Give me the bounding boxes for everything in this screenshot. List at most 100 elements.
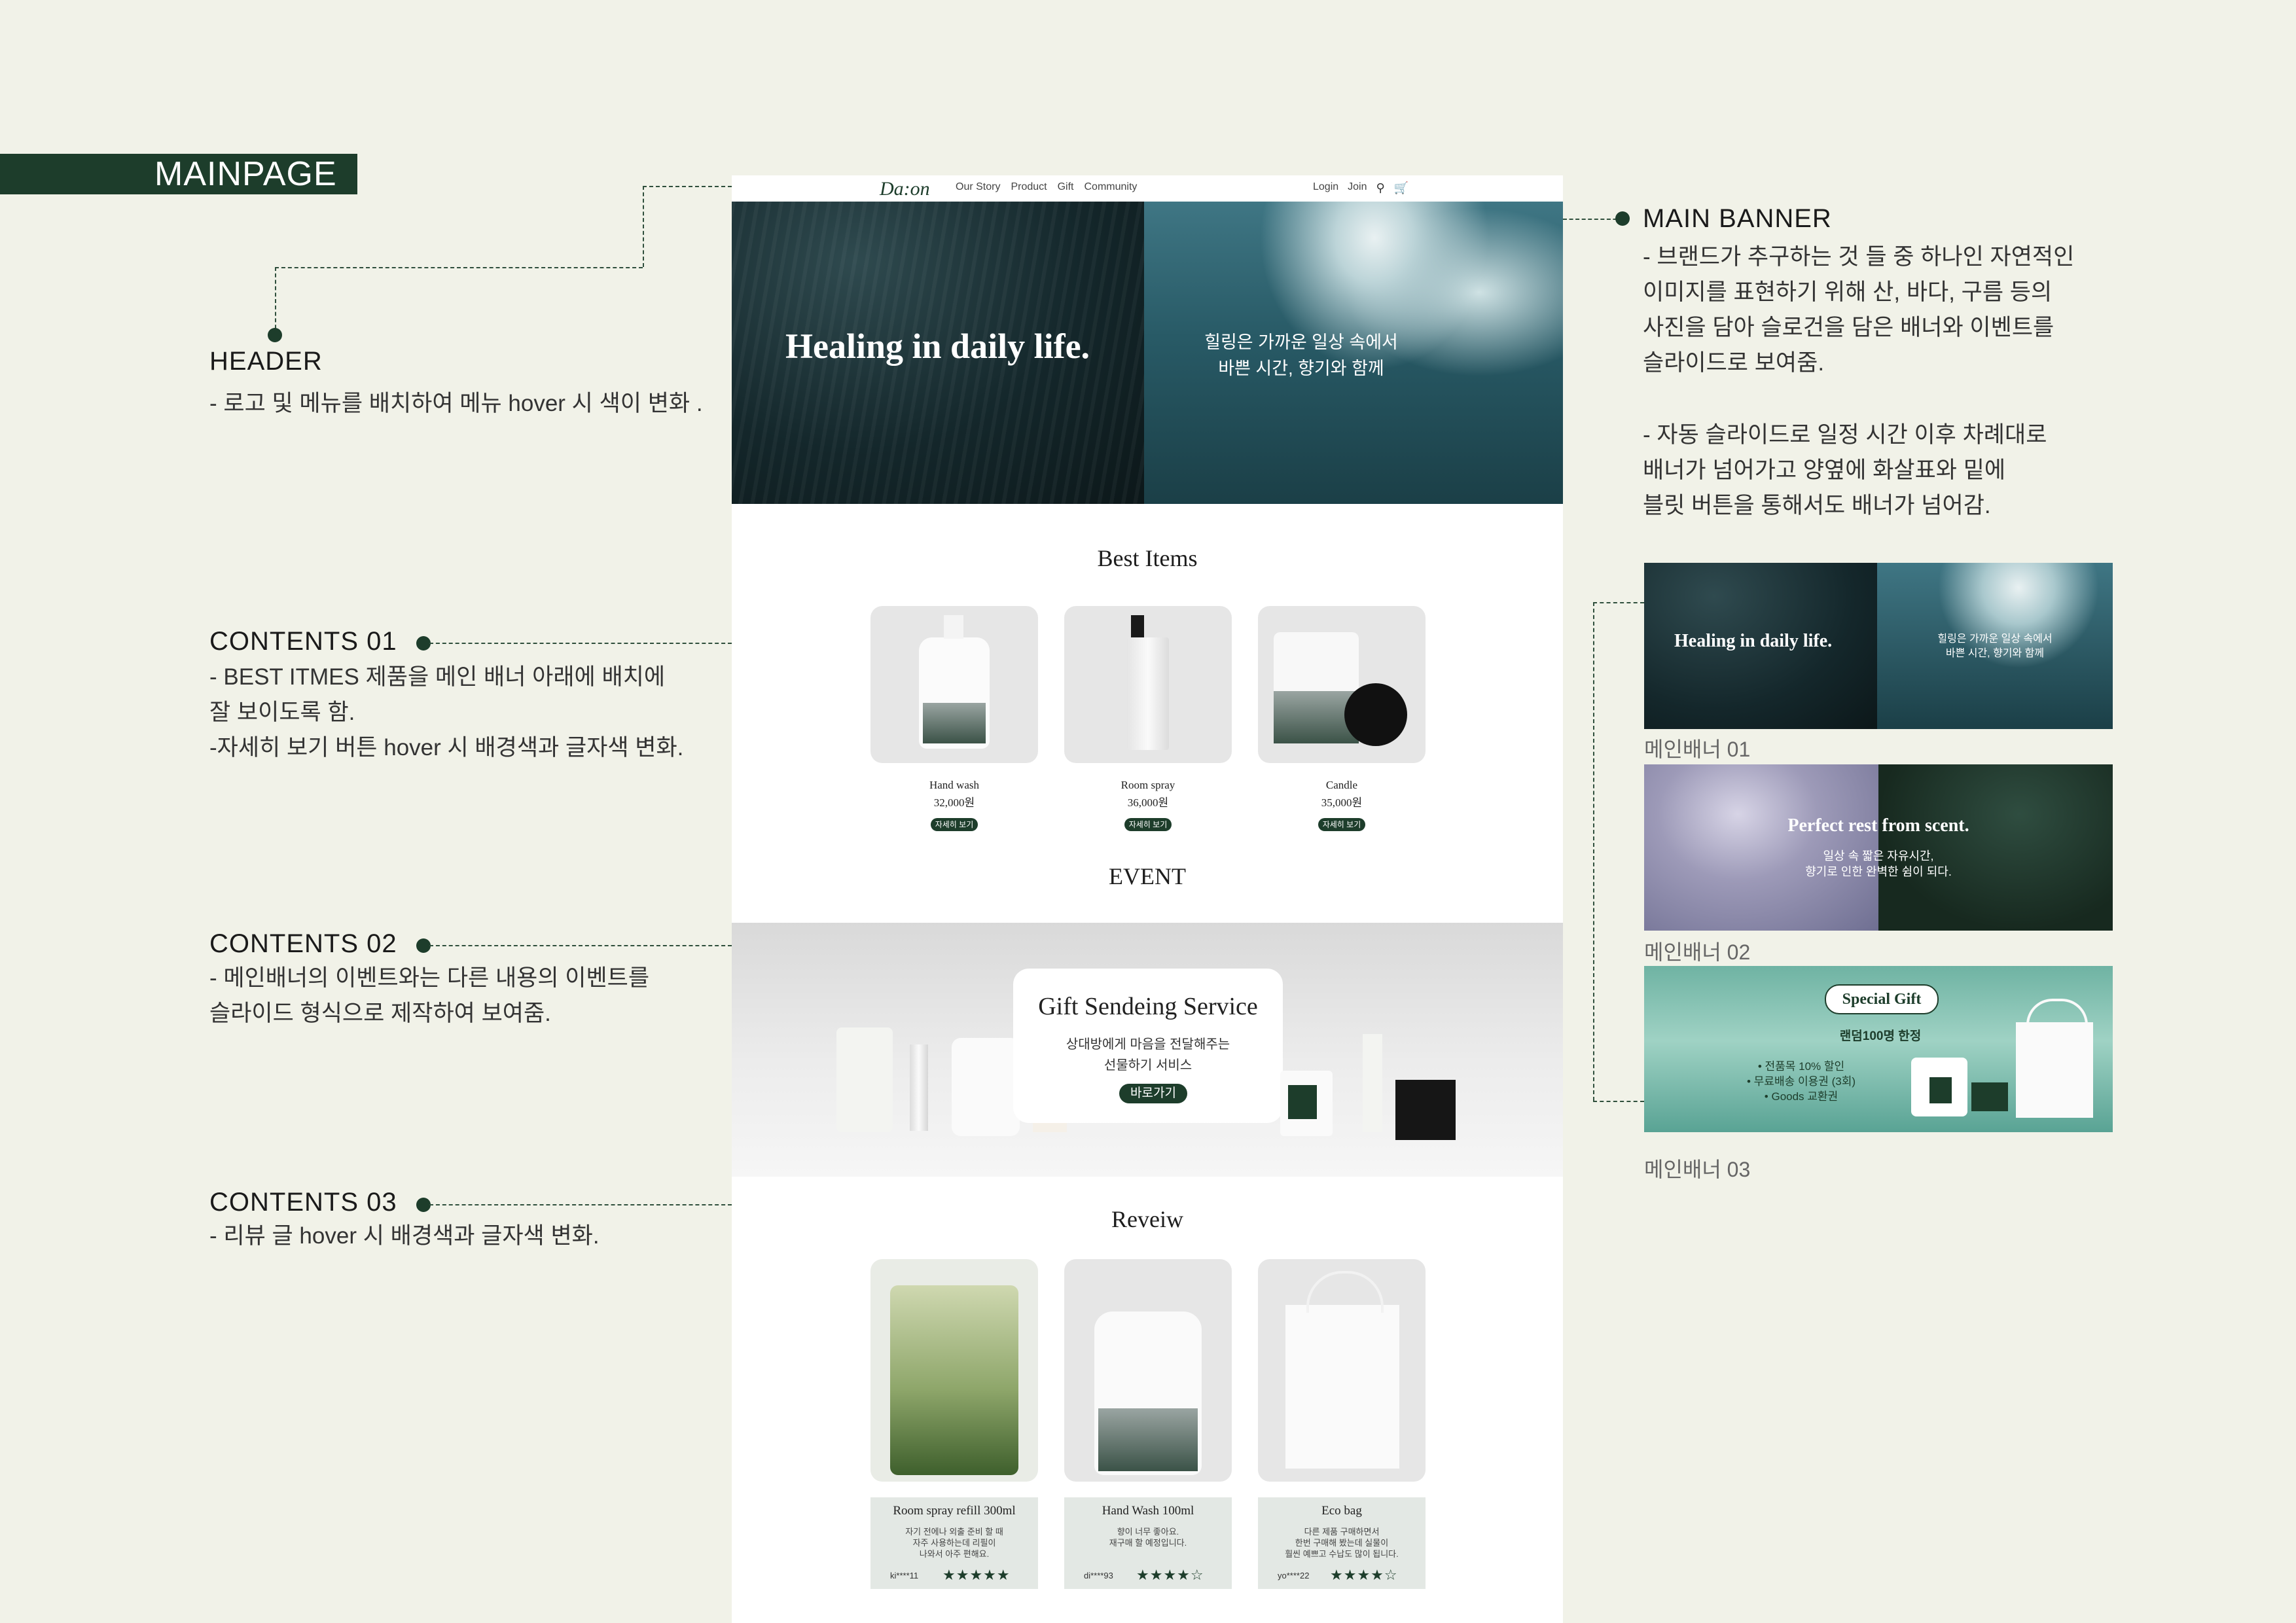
join-link[interactable]: Join xyxy=(1348,181,1367,195)
product-card[interactable] xyxy=(870,606,1038,763)
contents02-anno-title: CONTENTS 02 xyxy=(209,929,397,958)
review-user: ki****11 xyxy=(890,1571,919,1580)
banner-subtitle: 힐링은 가까운 일상 속에서 바쁜 시간, 향기와 함께 xyxy=(1204,332,1398,378)
best-items-title: Best Items xyxy=(1097,545,1198,571)
gift-service-title: Gift Sendeing Service xyxy=(1038,993,1258,1020)
connector-line xyxy=(643,186,732,187)
review-text: 자기 전에나 외출 준비 할 때 자주 사용하는데 리필이 나와서 아주 편해요… xyxy=(905,1527,1003,1559)
product-name: Hand wash xyxy=(929,779,979,791)
ecobag-image xyxy=(2016,1022,2093,1118)
forest-print xyxy=(923,703,986,743)
contents01-anno-title: CONTENTS 01 xyxy=(209,627,397,656)
review-title: Reveiw xyxy=(1111,1206,1183,1232)
product-name: Candle xyxy=(1325,779,1358,791)
main-banner-anno-title: MAIN BANNER xyxy=(1643,204,1832,233)
connector-line xyxy=(429,643,732,644)
star-rating-icon: ★★★★☆ xyxy=(1330,1567,1398,1583)
user-nav: Login Join ⚲ 🛒 xyxy=(1313,181,1408,195)
banner-thumbnail-01: Healing in daily life. 힐링은 가까운 일상 속에서 바쁜… xyxy=(1644,563,2113,729)
connector-line xyxy=(1593,602,1594,1101)
review-item-title: Eco bag xyxy=(1321,1504,1362,1518)
nav-item-gift[interactable]: Gift xyxy=(1058,181,1074,193)
connector-line xyxy=(1593,602,1644,603)
ecobag-image xyxy=(1285,1305,1399,1469)
review-user: di****93 xyxy=(1084,1571,1113,1580)
main-banner[interactable]: Healing in daily life. 힐링은 가까운 일상 속에서 바쁜… xyxy=(732,202,1563,504)
event-title: EVENT xyxy=(1109,863,1186,889)
connector-line xyxy=(275,267,643,268)
connector-line xyxy=(643,186,644,267)
main-banner-anno-text-1: - 브랜드가 추구하는 것 들 중 하나인 자연적인 이미지를 표현하기 위해 … xyxy=(1643,244,2075,376)
login-link[interactable]: Login xyxy=(1313,181,1338,195)
review-text: 향이 너무 좋아요. 재구매 할 예정입니다. xyxy=(1109,1527,1187,1548)
contents01-anno-text: - BEST ITMES 제품을 메인 배너 아래에 배치에 잘 보이도록 함.… xyxy=(209,664,684,760)
main-banner-anno-text-2: - 자동 슬라이드로 일정 시간 이후 차례대로 배너가 넘어가고 양옆에 화살… xyxy=(1643,422,2047,518)
review-image-card xyxy=(1258,1259,1426,1482)
website-mockup: Da:on Our Story Product Gift Community L… xyxy=(732,175,1563,1623)
star-rating-icon: ★★★★★ xyxy=(942,1567,1011,1583)
special-gift-badge: Special Gift xyxy=(1825,984,1939,1014)
header-anno-text: - 로고 및 메뉴를 배치하여 메뉴 hover 시 색이 변화 . xyxy=(209,391,703,416)
roomspray-bottle-image xyxy=(1127,637,1169,750)
mug-print xyxy=(1929,1077,1952,1103)
gift-list-item: • 무료배송 이용권 (3회) xyxy=(1746,1075,1856,1088)
mainpage-label-text: MAINPAGE xyxy=(154,155,337,193)
go-button[interactable]: 바로가기 xyxy=(1119,1084,1187,1103)
gift-service-card: Gift Sendeing Service 상대방에게 마음을 전달해주는 선물… xyxy=(1013,969,1283,1123)
review-box[interactable]: Room spray refill 300ml 자기 전에나 외출 준비 할 때… xyxy=(870,1497,1038,1589)
thumb-label: 메인배너 02 xyxy=(1644,940,1751,964)
thumb-title: Healing in daily life. xyxy=(1674,631,1833,651)
gift-list-item: • Goods 교환권 xyxy=(1764,1090,1839,1103)
connector-dot xyxy=(416,1198,431,1212)
site-header: Da:on Our Story Product Gift Community L… xyxy=(732,175,1563,202)
cloud-image xyxy=(1644,764,1878,931)
contents02-anno-text: - 메인배너의 이벤트와는 다른 내용의 이벤트를 슬라이드 형식으로 제작하여… xyxy=(209,965,650,1026)
nav-item-community[interactable]: Community xyxy=(1085,181,1138,193)
gift-list: • 전품목 10% 할인 • 무료배송 이용권 (3회) • Goods 교환권 xyxy=(1729,1059,1873,1104)
contents03-anno-title: CONTENTS 03 xyxy=(209,1188,397,1217)
product-card[interactable] xyxy=(1064,606,1232,763)
product-price: 36,000원 xyxy=(1127,796,1169,809)
spray-bottle-image xyxy=(910,1044,928,1131)
thumb-title: 랜덤100명 한정 xyxy=(1839,1029,1922,1043)
banner-thumbnail-03: Special Gift 랜덤100명 한정 • 전품목 10% 할인 • 무료… xyxy=(1644,966,2113,1132)
candle-lid-image xyxy=(1344,683,1407,746)
ecobag-handle xyxy=(1306,1271,1384,1313)
pump-image xyxy=(944,615,963,639)
connector-dot xyxy=(416,636,431,651)
event-banner[interactable]: Gift Sendeing Service 상대방에게 마음을 전달해주는 선물… xyxy=(732,923,1563,1177)
thumb-text: 힐링은 가까운 일상 속에서 바쁜 시간, 향기와 함께 xyxy=(1937,633,2053,659)
product-card[interactable] xyxy=(1258,606,1426,763)
review-text: 다른 제품 구매하면서 한번 구매해 봤는데 실물이 훨씬 예쁘고 수납도 많이… xyxy=(1285,1527,1399,1559)
cart-icon[interactable]: 🛒 xyxy=(1394,181,1408,195)
detail-button[interactable]: 자세히 보기 xyxy=(1318,818,1365,831)
connector-dot xyxy=(416,938,431,953)
star-rating-icon: ★★★★☆ xyxy=(1136,1567,1204,1583)
detail-button[interactable]: 자세히 보기 xyxy=(931,818,978,831)
handwash-bottle-image xyxy=(952,1038,1020,1136)
review-box[interactable]: Hand Wash 100ml 향이 너무 좋아요. 재구매 할 예정입니다. … xyxy=(1064,1497,1232,1589)
connector-dot xyxy=(268,328,282,342)
connector-line xyxy=(429,1204,732,1205)
refill-pouch-image xyxy=(836,1027,893,1132)
review-item-title: Hand Wash 100ml xyxy=(1102,1504,1194,1518)
forest-image xyxy=(1878,764,2113,931)
site-logo[interactable]: Da:on xyxy=(880,178,930,200)
nav-item-product[interactable]: Product xyxy=(1011,181,1047,193)
detail-button[interactable]: 자세히 보기 xyxy=(1124,818,1172,831)
main-nav: Our Story Product Gift Community xyxy=(956,181,1137,193)
connector-line xyxy=(429,945,732,946)
connector-line xyxy=(1563,219,1623,220)
forest-print xyxy=(1098,1408,1198,1471)
spray-cap-image xyxy=(1131,615,1144,639)
mainpage-label: MAINPAGE xyxy=(0,154,357,194)
connector-dot xyxy=(1615,211,1630,226)
review-box[interactable]: Eco bag 다른 제품 구매하면서 한번 구매해 봤는데 실물이 훨씬 예쁘… xyxy=(1258,1497,1426,1589)
review-item-title: Room spray refill 300ml xyxy=(893,1504,1016,1518)
connector-line xyxy=(275,267,276,335)
nav-item-our-story[interactable]: Our Story xyxy=(956,181,1000,193)
search-icon[interactable]: ⚲ xyxy=(1376,181,1385,195)
review-image-card xyxy=(870,1259,1038,1482)
giftbox-image xyxy=(1971,1082,2008,1111)
gift-list-item: • 전품목 10% 할인 xyxy=(1757,1060,1845,1073)
